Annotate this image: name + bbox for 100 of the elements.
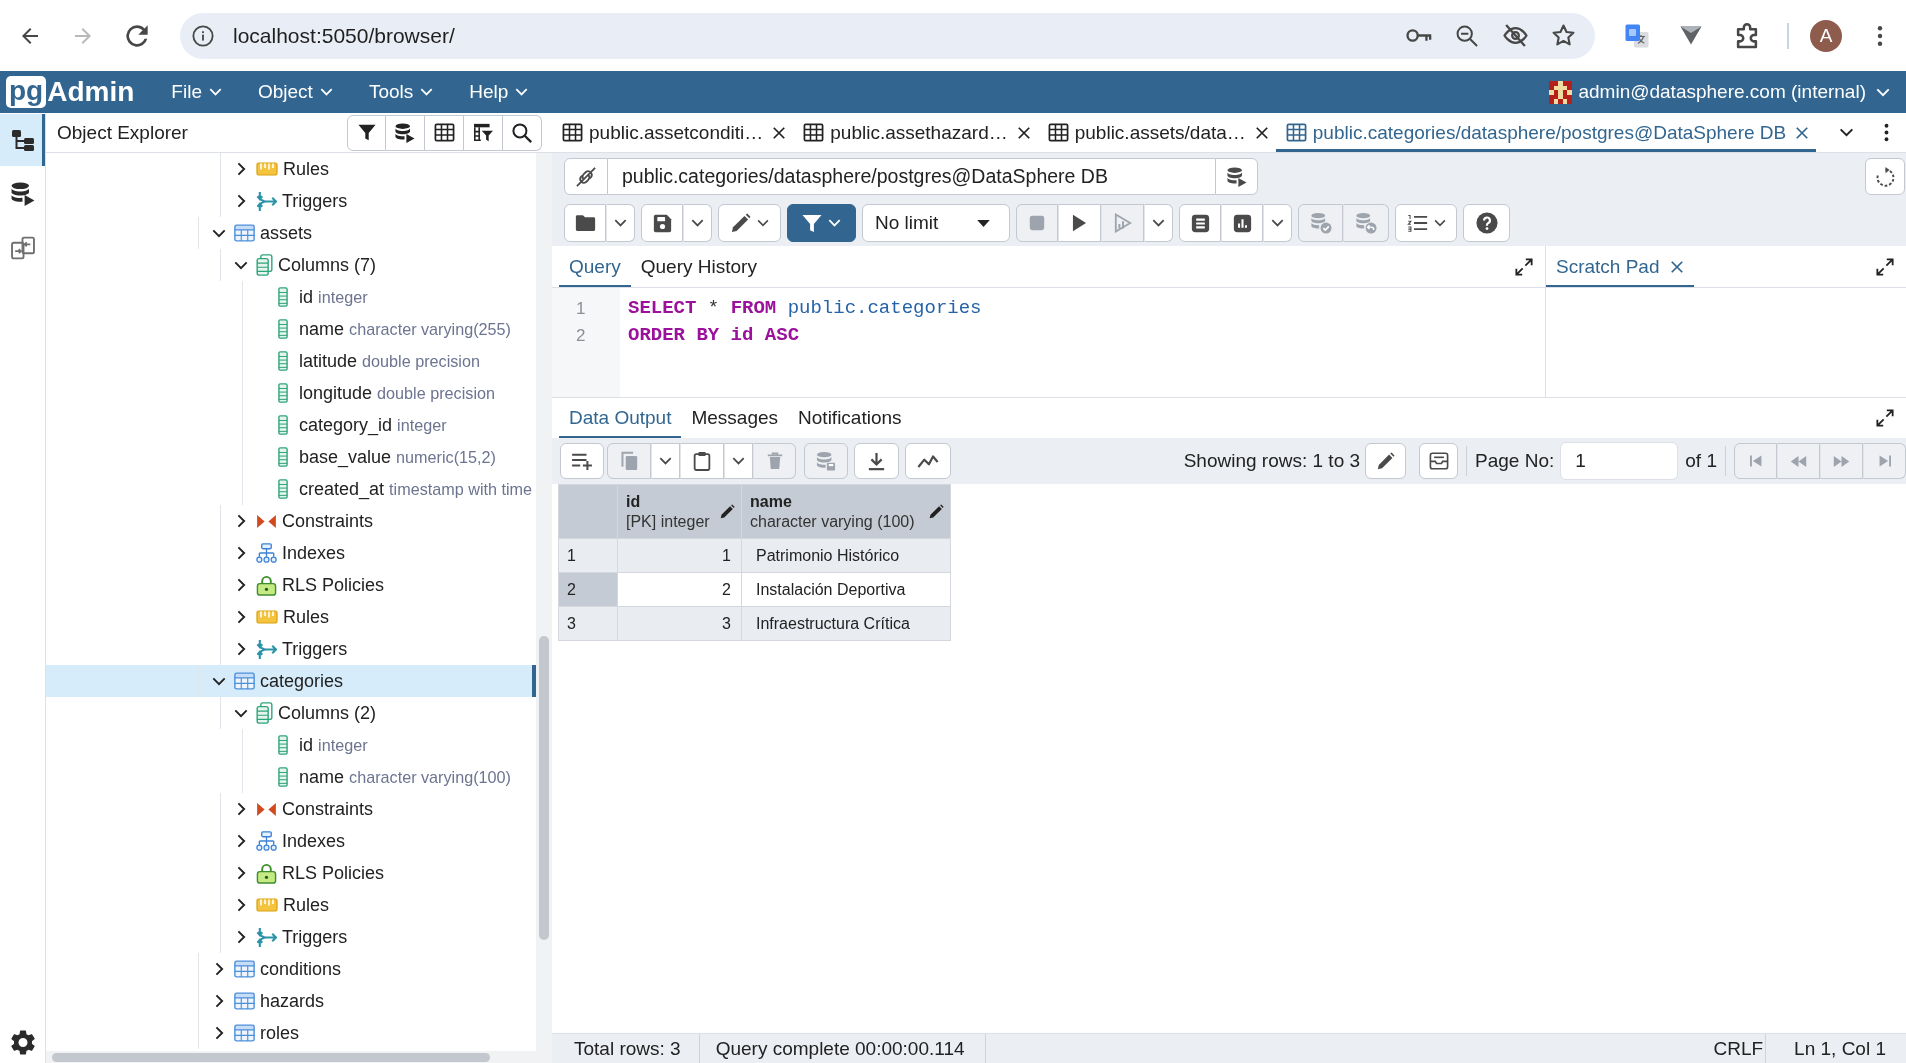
chevron-down-icon[interactable]	[234, 708, 248, 718]
tree-item[interactable]: Columns (7)	[46, 249, 536, 281]
tree-item[interactable]: roles	[46, 1017, 536, 1049]
tree-item[interactable]: base_value numeric(15,2)	[46, 441, 536, 473]
macros-button[interactable]	[1395, 204, 1457, 242]
workspace-tab[interactable]	[0, 114, 45, 166]
add-row-button[interactable]	[560, 443, 604, 479]
row-number[interactable]: 1	[558, 538, 618, 573]
menu-button[interactable]: Object	[247, 71, 343, 113]
chevron-right-icon[interactable]	[236, 898, 246, 912]
chevron-right-icon[interactable]	[214, 962, 224, 976]
tree-item[interactable]: created_at timestamp with time	[46, 473, 536, 505]
chevron-right-icon[interactable]	[236, 834, 246, 848]
expand-icon[interactable]	[1876, 409, 1894, 427]
tree-item[interactable]: Constraints	[46, 793, 536, 825]
settings-icon[interactable]	[10, 1029, 35, 1055]
panel-tab[interactable]: Notifications	[788, 398, 912, 438]
close-icon[interactable]	[1669, 259, 1684, 274]
triangle-icon[interactable]	[1680, 26, 1702, 45]
edit-button[interactable]	[718, 204, 781, 242]
tree-item[interactable]: Rules	[46, 153, 536, 185]
tree-item[interactable]: Constraints	[46, 505, 536, 537]
vertical-scrollbar[interactable]	[539, 636, 549, 940]
chevron-right-icon[interactable]	[236, 546, 246, 560]
chevron-right-icon[interactable]	[236, 578, 246, 592]
download-button[interactable]	[854, 443, 899, 479]
tree-item[interactable]: Indexes	[46, 537, 536, 569]
column-header[interactable]: id [PK] integer	[617, 484, 742, 539]
tree-item[interactable]: RLS Policies	[46, 857, 536, 889]
column-header[interactable]: name character varying (100)	[741, 484, 951, 539]
menu-button[interactable]: Tools	[358, 71, 444, 113]
pencil-icon[interactable]	[720, 504, 735, 519]
menu-button[interactable]: File	[161, 71, 232, 113]
tree-item[interactable]: category_id integer	[46, 409, 536, 441]
search-button[interactable]	[503, 114, 542, 151]
site-info-icon[interactable]	[192, 24, 214, 47]
dropdown-button[interactable]	[606, 204, 635, 242]
chevron-down-icon[interactable]	[212, 676, 226, 686]
chevron-right-icon[interactable]	[236, 866, 246, 880]
chevron-right-icon[interactable]	[236, 642, 246, 656]
address-bar[interactable]: localhost:5050/browser/	[180, 12, 1595, 59]
close-icon[interactable]	[1016, 125, 1031, 140]
chevron-right-icon[interactable]	[236, 802, 246, 816]
chevron-down-icon[interactable]	[1838, 128, 1854, 137]
open-file-button[interactable]	[564, 204, 606, 242]
puzzle-icon[interactable]	[1736, 22, 1758, 49]
zoom-out-icon[interactable]	[1456, 24, 1478, 47]
chevron-right-icon[interactable]	[236, 514, 246, 528]
filter-button[interactable]	[787, 204, 856, 242]
graph-button[interactable]	[905, 443, 951, 479]
paste-button[interactable]	[680, 443, 724, 479]
pencil-icon[interactable]	[929, 504, 944, 519]
close-icon[interactable]	[772, 125, 787, 140]
tree-item[interactable]: Rules	[46, 601, 536, 633]
chevron-right-icon[interactable]	[236, 194, 246, 208]
reset-layout-button[interactable]	[1865, 158, 1905, 195]
tree-item[interactable]: categories	[46, 665, 536, 697]
row-number[interactable]: 2	[558, 572, 618, 607]
menu-button[interactable]: Help	[459, 71, 539, 113]
tree-item[interactable]: Columns (2)	[46, 697, 536, 729]
filter-button[interactable]	[347, 114, 386, 151]
tree-item[interactable]: name character varying(255)	[46, 313, 536, 345]
explain-button[interactable]	[1179, 204, 1221, 242]
dropdown-button[interactable]	[651, 443, 680, 479]
expand-icon[interactable]	[1515, 257, 1533, 276]
graph-button[interactable]	[1221, 204, 1263, 242]
close-icon[interactable]	[1795, 125, 1810, 140]
tree-item[interactable]: name character varying(100)	[46, 761, 536, 793]
tree-item[interactable]: Triggers	[46, 185, 536, 217]
panel-tab[interactable]: Query History	[630, 246, 767, 287]
translate-icon[interactable]	[1625, 23, 1649, 48]
chevron-right-icon[interactable]	[214, 1026, 224, 1040]
tree-item[interactable]: longitude double precision	[46, 377, 536, 409]
panel-tab[interactable]: Messages	[681, 398, 789, 438]
filtered-rows-button[interactable]	[464, 114, 503, 151]
view-data-button[interactable]	[425, 114, 464, 151]
horizontal-scrollbar[interactable]	[52, 1052, 490, 1062]
tree-item[interactable]: Indexes	[46, 825, 536, 857]
profile-avatar[interactable]: A	[1810, 19, 1842, 52]
expand-icon[interactable]	[1876, 257, 1894, 276]
save-file-button[interactable]	[641, 204, 683, 242]
tree-item[interactable]: assets	[46, 217, 536, 249]
key-icon[interactable]	[1406, 27, 1432, 44]
connection-status-button[interactable]	[564, 158, 608, 195]
execute-button[interactable]	[1058, 204, 1101, 242]
close-icon[interactable]	[1254, 125, 1269, 140]
chevron-down-icon[interactable]	[212, 228, 226, 238]
editor-tab[interactable]: public.assetconditi…	[552, 113, 794, 152]
user-menu[interactable]: admin@datasphere.com (internal)	[1549, 71, 1890, 113]
edit-range-button[interactable]	[1365, 443, 1407, 479]
chevron-down-icon[interactable]	[234, 260, 248, 270]
row-number[interactable]: 3	[558, 606, 618, 641]
dropdown-button[interactable]	[683, 204, 712, 242]
star-icon[interactable]	[1551, 24, 1575, 47]
tree-item[interactable]: latitude double precision	[46, 345, 536, 377]
panel-tab[interactable]: Scratch Pad	[1546, 246, 1694, 287]
dropdown-button[interactable]	[724, 443, 753, 479]
chevron-right-icon[interactable]	[236, 162, 246, 176]
tree-item[interactable]: Rules	[46, 889, 536, 921]
tree-item[interactable]: id integer	[46, 729, 536, 761]
